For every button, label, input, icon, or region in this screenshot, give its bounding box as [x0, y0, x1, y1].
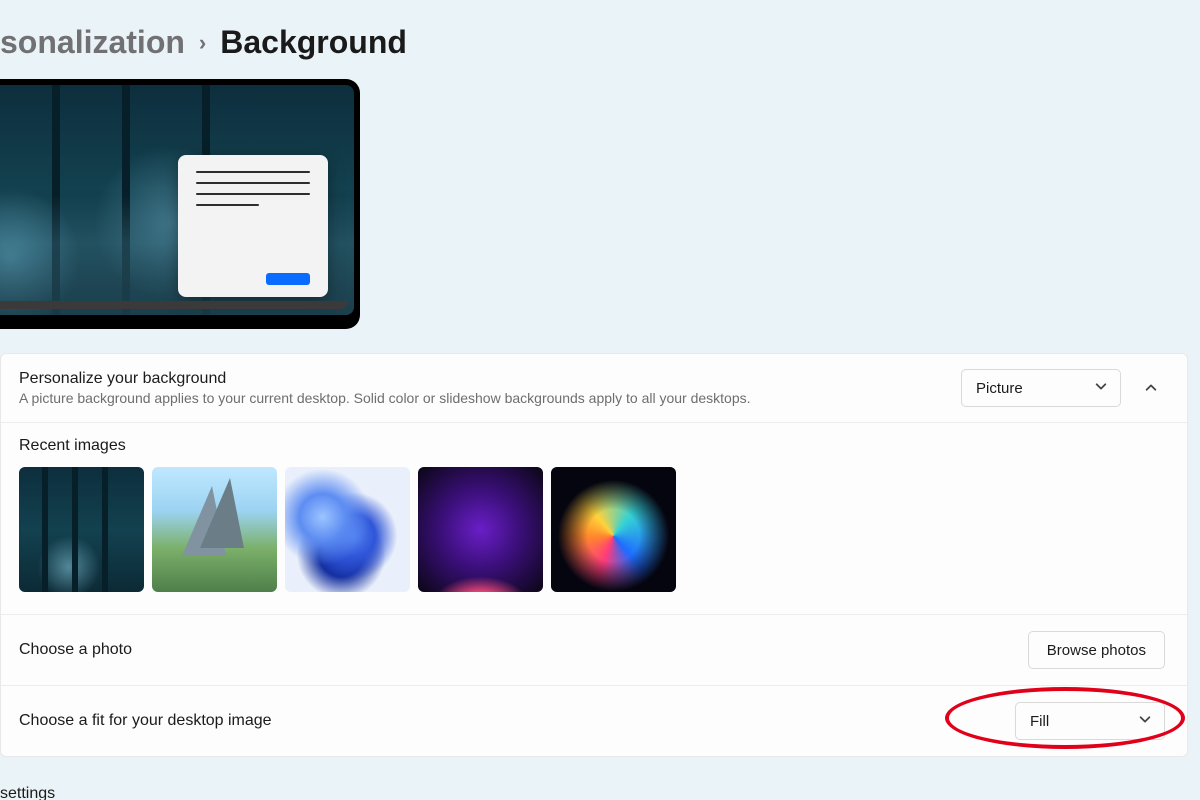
breadcrumb-current: Background [220, 24, 407, 61]
chevron-down-icon [1138, 712, 1152, 730]
breadcrumb: sonalization › Background [0, 24, 1200, 61]
choose-fit-row: Choose a fit for your desktop image Fill [1, 685, 1187, 756]
recent-images-label: Recent images [19, 437, 1169, 455]
recent-image-3[interactable] [285, 467, 410, 592]
recent-images-section: Recent images [1, 422, 1187, 614]
recent-images-list [19, 467, 1169, 592]
personalize-background-row[interactable]: Personalize your background A picture ba… [1, 354, 1187, 422]
desktop-preview [0, 79, 360, 329]
fit-value: Fill [1030, 713, 1049, 730]
fit-select[interactable]: Fill [1015, 702, 1165, 740]
personalize-subtitle: A picture background applies to your cur… [19, 390, 961, 406]
chevron-down-icon [1094, 379, 1108, 397]
choose-photo-row: Choose a photo Browse photos [1, 614, 1187, 685]
recent-image-2[interactable] [152, 467, 277, 592]
background-type-select[interactable]: Picture [961, 369, 1121, 407]
chevron-right-icon: › [199, 30, 206, 56]
collapse-section-button[interactable] [1137, 374, 1165, 402]
window-preview [178, 155, 328, 297]
choose-photo-label: Choose a photo [19, 641, 1028, 659]
related-settings-label: settings [0, 785, 1200, 800]
browse-photos-button[interactable]: Browse photos [1028, 631, 1165, 669]
choose-fit-label: Choose a fit for your desktop image [19, 712, 1015, 730]
taskbar-preview [0, 301, 348, 309]
personalize-title: Personalize your background [19, 370, 961, 388]
recent-image-1[interactable] [19, 467, 144, 592]
recent-image-5[interactable] [551, 467, 676, 592]
breadcrumb-personalization[interactable]: sonalization [0, 24, 185, 61]
recent-image-4[interactable] [418, 467, 543, 592]
background-type-value: Picture [976, 380, 1023, 397]
background-settings-card: Personalize your background A picture ba… [0, 353, 1188, 757]
